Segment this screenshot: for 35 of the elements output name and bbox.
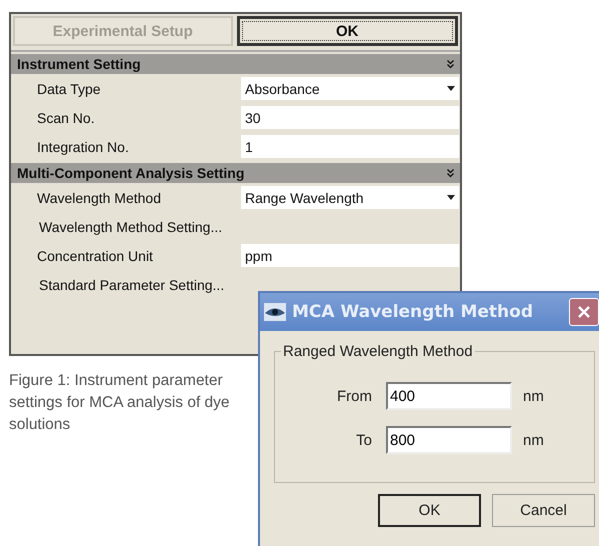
window-title: MCA Wavelength Method xyxy=(292,302,533,322)
input-field[interactable]: 1 xyxy=(241,135,459,158)
toolbar-button[interactable]: OK xyxy=(236,16,458,46)
dropdown[interactable]: Absorbance xyxy=(241,77,459,100)
field-label: Integration No. xyxy=(37,138,130,154)
close-icon xyxy=(577,305,591,319)
input-field[interactable]: ppm xyxy=(241,244,459,267)
field-label: Scan No. xyxy=(37,110,96,126)
figure-caption: Figure 1: Instrument parameter settings for MCA analysis of dye solutions xyxy=(9,371,231,435)
unit-label: nm xyxy=(523,432,544,448)
input-field[interactable]: 800 xyxy=(386,426,512,454)
field-label: From xyxy=(336,388,372,404)
group-title: Ranged Wavelength Method xyxy=(282,343,474,360)
field-label: Wavelength Method xyxy=(37,190,162,206)
section-header[interactable]: Instrument Setting xyxy=(11,54,460,74)
input-field[interactable]: 400 xyxy=(386,382,512,410)
section-title: Multi-Component Analysis Setting xyxy=(17,165,244,181)
dialog-button[interactable]: Cancel xyxy=(492,494,595,527)
section-title: Instrument Setting xyxy=(17,56,141,72)
dropdown[interactable]: Range Wavelength xyxy=(241,186,459,209)
close-button[interactable] xyxy=(569,298,599,326)
settings-link[interactable]: Wavelength Method Setting... xyxy=(39,218,222,234)
field-label: Concentration Unit xyxy=(37,248,154,264)
input-field[interactable]: 30 xyxy=(241,106,459,129)
section-header[interactable]: Multi-Component Analysis Setting xyxy=(11,163,460,183)
dialog-button[interactable]: OK xyxy=(378,494,481,527)
collapse-icon xyxy=(447,60,454,68)
caret-icon xyxy=(447,86,455,91)
collapse-icon xyxy=(447,168,454,178)
field-label: Data Type xyxy=(37,80,102,96)
caret-icon xyxy=(447,195,455,200)
field-label: To xyxy=(355,432,372,448)
eye-icon xyxy=(264,303,286,321)
settings-link[interactable]: Standard Parameter Setting... xyxy=(39,276,224,292)
unit-label: nm xyxy=(523,388,544,404)
